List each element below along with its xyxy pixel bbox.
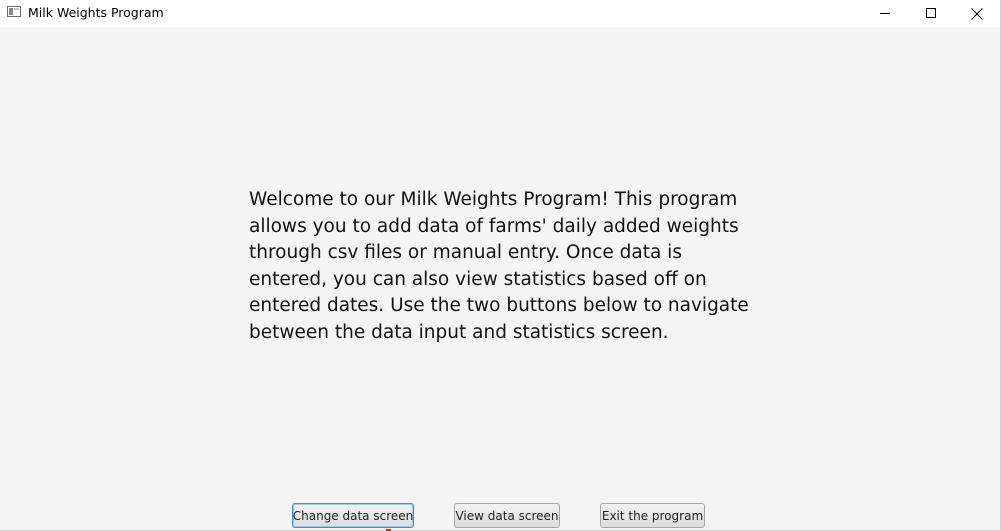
- welcome-message: Welcome to our Milk Weights Program! Thi…: [249, 189, 749, 343]
- window-title: Milk Weights Program: [28, 5, 164, 20]
- maximize-button[interactable]: [908, 0, 954, 27]
- main-content: Welcome to our Milk Weights Program! Thi…: [0, 27, 1000, 531]
- app-window-icon: [7, 6, 21, 17]
- minimize-button[interactable]: [862, 0, 908, 27]
- close-icon: [971, 7, 983, 20]
- minimize-icon: [879, 13, 890, 14]
- title-bar[interactable]: Milk Weights Program: [0, 0, 1000, 27]
- exit-program-button[interactable]: Exit the program: [600, 503, 705, 528]
- change-data-screen-button[interactable]: Change data screen: [292, 503, 414, 528]
- app-window: Milk Weights Program Welcome to our Milk…: [0, 0, 1001, 531]
- view-data-screen-button[interactable]: View data screen: [454, 503, 560, 528]
- maximize-icon: [925, 8, 936, 18]
- close-button[interactable]: [954, 0, 1000, 27]
